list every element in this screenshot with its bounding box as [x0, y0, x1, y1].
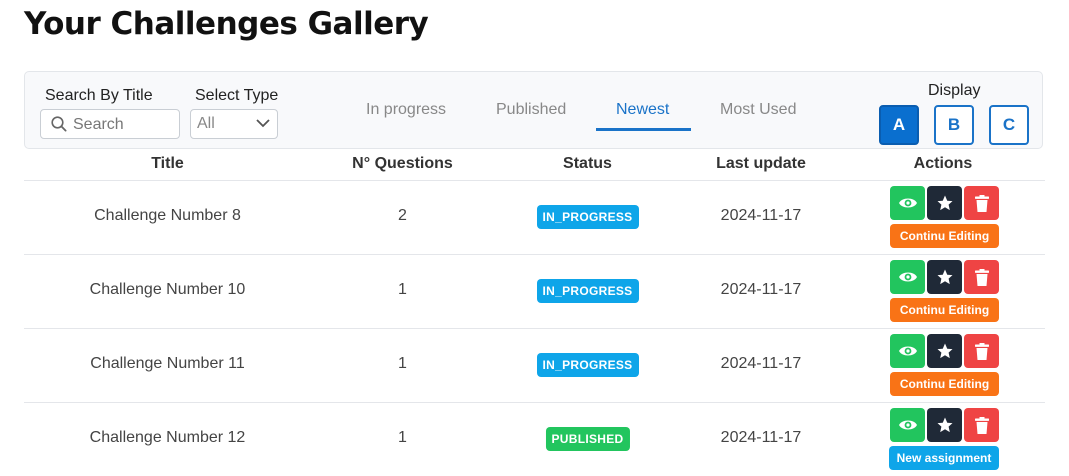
trash-icon: [974, 268, 989, 286]
status-cell: IN_PROGRESS: [494, 254, 681, 328]
view-button[interactable]: [890, 260, 925, 294]
row-questions: 1: [398, 355, 407, 372]
favorite-button[interactable]: [927, 334, 962, 368]
status-badge: PUBLISHED: [545, 427, 630, 451]
status-cell: PUBLISHED: [494, 402, 681, 476]
tab-in-progress[interactable]: In progress: [366, 101, 446, 119]
delete-button[interactable]: [964, 260, 999, 294]
search-input[interactable]: [71, 114, 179, 136]
page-title: Your Challenges Gallery: [24, 6, 429, 42]
table-row: Challenge Number 10 1 IN_PROGRESS 2024-1…: [24, 254, 1045, 329]
tab-most-used[interactable]: Most Used: [720, 101, 796, 119]
row-title: Challenge Number 11: [90, 355, 245, 372]
star-icon: [937, 417, 952, 433]
display-c-button[interactable]: C: [989, 105, 1029, 145]
row-questions: 1: [398, 429, 407, 446]
tab-newest[interactable]: Newest: [616, 101, 669, 119]
star-icon: [937, 195, 952, 211]
delete-button[interactable]: [964, 186, 999, 220]
view-button[interactable]: [890, 408, 925, 442]
display-a-button[interactable]: A: [879, 105, 919, 145]
continue-editing-button[interactable]: Continu Editing: [890, 224, 999, 248]
table-row: Challenge Number 11 1 IN_PROGRESS 2024-1…: [24, 328, 1045, 403]
row-title: Challenge Number 12: [89, 429, 246, 446]
header-last-update: Last update: [716, 155, 806, 172]
row-last-update: 2024-11-17: [720, 207, 802, 224]
row-title: Challenge Number 10: [89, 281, 246, 298]
view-button[interactable]: [890, 186, 925, 220]
header-actions: Actions: [913, 155, 973, 172]
eye-icon: [898, 420, 917, 430]
tab-published[interactable]: Published: [496, 101, 566, 119]
status-cell: IN_PROGRESS: [494, 328, 681, 402]
continue-editing-button[interactable]: Continu Editing: [890, 298, 999, 322]
search-label: Search By Title: [45, 87, 153, 104]
search-icon: [51, 116, 67, 132]
status-badge: IN_PROGRESS: [536, 205, 639, 229]
new-assignment-button[interactable]: New assignment: [889, 446, 999, 470]
trash-icon: [974, 194, 989, 212]
continue-editing-button[interactable]: Continu Editing: [890, 372, 999, 396]
favorite-button[interactable]: [927, 260, 962, 294]
chevron-down-icon: [256, 119, 270, 128]
type-select-value: All: [197, 115, 215, 132]
eye-icon: [898, 346, 917, 356]
star-icon: [937, 343, 952, 359]
status-badge: IN_PROGRESS: [536, 279, 639, 303]
header-status: Status: [563, 155, 612, 172]
favorite-button[interactable]: [927, 408, 962, 442]
table-row: Challenge Number 8 2 IN_PROGRESS 2024-11…: [24, 180, 1045, 255]
delete-button[interactable]: [964, 408, 999, 442]
row-title: Challenge Number 8: [94, 207, 241, 224]
row-last-update: 2024-11-17: [720, 355, 802, 372]
row-questions: 2: [398, 207, 407, 224]
type-select[interactable]: All: [190, 109, 278, 139]
status-cell: IN_PROGRESS: [494, 180, 681, 254]
table-header: Title N° Questions Status Last update Ac…: [24, 150, 1045, 181]
trash-icon: [974, 416, 989, 434]
row-last-update: 2024-11-17: [720, 281, 802, 298]
type-label: Select Type: [195, 87, 279, 104]
search-field[interactable]: [40, 109, 180, 139]
view-button[interactable]: [890, 334, 925, 368]
header-title: Title: [151, 155, 184, 172]
display-label: Display: [928, 82, 981, 99]
row-last-update: 2024-11-17: [720, 429, 802, 446]
status-badge: IN_PROGRESS: [536, 353, 639, 377]
favorite-button[interactable]: [927, 186, 962, 220]
active-tab-indicator: [596, 128, 691, 131]
display-b-button[interactable]: B: [934, 105, 974, 145]
eye-icon: [898, 272, 917, 282]
eye-icon: [898, 198, 917, 208]
header-questions: N° Questions: [352, 155, 453, 172]
table-row: Challenge Number 12 1 PUBLISHED 2024-11-…: [24, 402, 1045, 476]
filter-toolbar: Search By Title Select Type All In progr…: [24, 71, 1043, 149]
star-icon: [937, 269, 952, 285]
trash-icon: [974, 342, 989, 360]
delete-button[interactable]: [964, 334, 999, 368]
row-questions: 1: [398, 281, 407, 298]
